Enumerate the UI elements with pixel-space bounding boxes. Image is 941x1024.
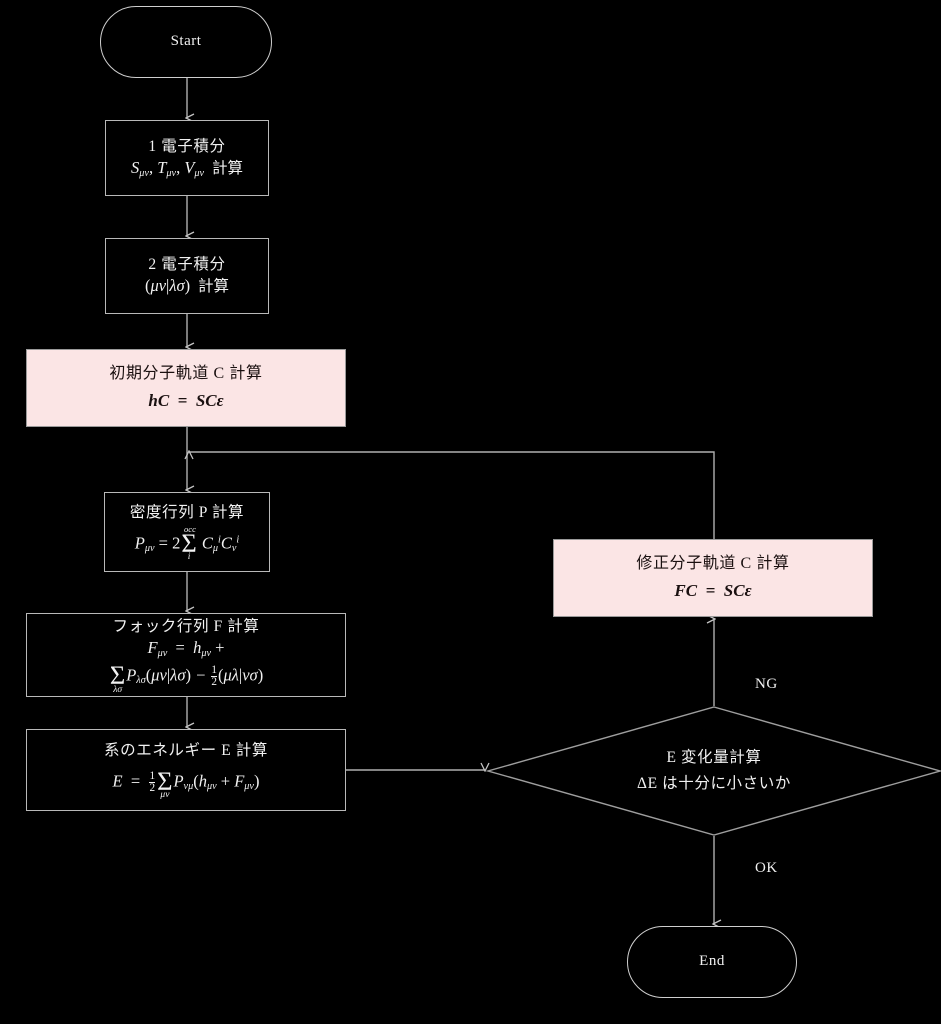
node-convergence-check[interactable]: E 変化量計算 ΔE は十分に小さいか — [487, 707, 941, 835]
node-two-electron-integral-formula: (μν|λσ) 計算 — [144, 275, 230, 295]
node-initial-mo-formula: hC = SCε — [148, 390, 224, 410]
node-two-electron-integral-title: 2 電子積分 — [148, 255, 226, 273]
node-two-electron-integral[interactable]: 2 電子積分 (μν|λσ) 計算 — [105, 238, 269, 314]
node-density-matrix[interactable]: 密度行列 P 計算 Pμν = 2Σ i occ CμiCνi — [104, 492, 270, 572]
node-initial-mo[interactable]: 初期分子軌道 C 計算 hC = SCε — [26, 349, 346, 427]
node-convergence-check-line1: E 変化量計算 — [666, 749, 762, 767]
node-fock-matrix-title: フォック行列 F 計算 — [112, 617, 260, 635]
node-start[interactable]: Start — [100, 6, 272, 78]
node-new-mo[interactable]: 修正分子軌道 C 計算 FC = SCε — [553, 539, 873, 617]
edge-label-ok: OK — [755, 860, 778, 876]
node-fock-matrix[interactable]: フォック行列 F 計算 Fμν = hμν + Σλσ Pλσ(μν|λσ) − … — [26, 613, 346, 697]
node-fock-matrix-formula-line2: Σλσ Pλσ(μν|λσ) − 1 2 (μλ|νσ) — [109, 660, 264, 695]
node-fock-matrix-formula-line1: Fμν = hμν + — [147, 637, 225, 659]
node-one-electron-integral-formula: Sμν, Tμν, Vμν 計算 — [131, 157, 243, 179]
edge-label-ng: NG — [755, 676, 778, 692]
node-end[interactable]: End — [627, 926, 797, 998]
node-density-matrix-formula: Pμν = 2Σ i occ CμiCνi — [134, 523, 240, 563]
node-end-label: End — [699, 953, 725, 970]
node-energy[interactable]: 系のエネルギー E 計算 E = 1 2 Σμν Pνμ(hμν + Fμν) — [26, 729, 346, 811]
node-energy-title: 系のエネルギー E 計算 — [104, 742, 268, 760]
node-convergence-check-line2: ΔE は十分に小さいか — [637, 775, 791, 792]
flowchart-canvas: Start 1 電子積分 Sμν, Tμν, Vμν 計算 2 電子積分 (μν… — [0, 0, 941, 1024]
node-start-label: Start — [170, 33, 202, 50]
node-energy-formula: E = 1 2 Σμν Pνμ(hμν + Fμν) — [112, 766, 260, 801]
node-new-mo-formula: FC = SCε — [674, 580, 752, 600]
node-one-electron-integral[interactable]: 1 電子積分 Sμν, Tμν, Vμν 計算 — [105, 120, 269, 196]
node-one-electron-integral-title: 1 電子積分 — [148, 137, 226, 155]
node-density-matrix-title: 密度行列 P 計算 — [129, 504, 245, 522]
node-new-mo-title: 修正分子軌道 C 計算 — [636, 555, 790, 573]
node-initial-mo-title: 初期分子軌道 C 計算 — [109, 365, 263, 383]
